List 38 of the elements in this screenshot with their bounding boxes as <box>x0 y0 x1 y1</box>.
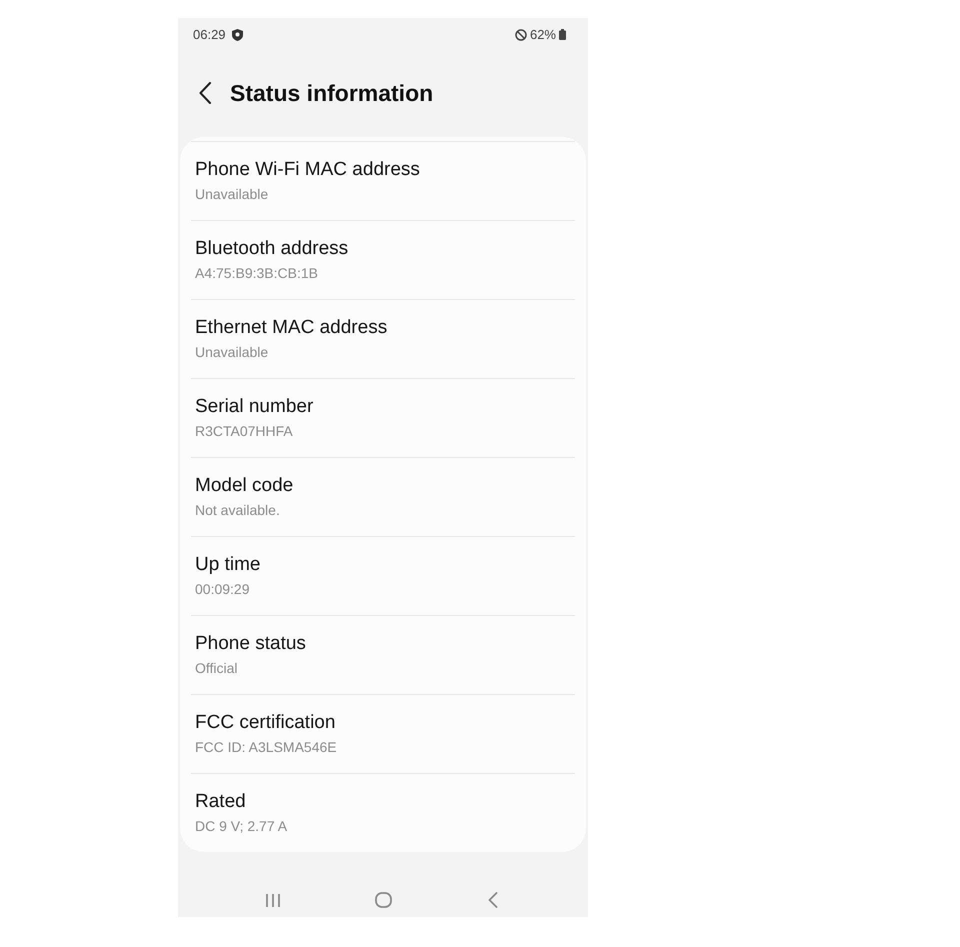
row-title: FCC certification <box>195 712 336 734</box>
row-value: 00:09:29 <box>195 580 250 598</box>
info-row[interactable]: Phone Wi-Fi MAC address Unavailable <box>191 142 575 221</box>
back-button[interactable] <box>197 80 213 104</box>
row-value: A4:75:B9:3B:CB:1B <box>195 264 318 282</box>
row-value: FCC ID: A3LSMA546E <box>195 738 337 756</box>
info-row[interactable]: Bluetooth address A4:75:B9:3B:CB:1B <box>191 221 575 300</box>
row-title: Phone Wi-Fi MAC address <box>195 159 420 181</box>
row-title: Rated <box>195 791 246 813</box>
info-row[interactable]: Ethernet MAC address Unavailable <box>191 300 575 379</box>
row-title: Phone status <box>195 633 306 655</box>
page-title: Status information <box>230 78 434 106</box>
status-time: 06:29 <box>193 26 226 44</box>
shield-icon <box>232 28 243 40</box>
back-icon <box>488 892 498 908</box>
recent-apps-icon <box>265 892 281 908</box>
row-value: Unavailable <box>195 343 268 361</box>
back-icon <box>199 82 211 104</box>
row-title: Bluetooth address <box>195 238 348 260</box>
row-title: Up time <box>195 554 260 576</box>
info-row[interactable]: Serial number R3CTA07HHFA <box>191 379 575 458</box>
battery-percentage: 62% <box>530 26 556 44</box>
home-icon <box>374 892 392 908</box>
row-value: R3CTA07HHFA <box>195 422 293 440</box>
row-title: Ethernet MAC address <box>195 317 388 339</box>
battery-icon <box>559 29 566 40</box>
info-row[interactable]: Phone status Official <box>191 616 575 695</box>
do-not-disturb-icon <box>514 28 527 40</box>
info-row[interactable]: Rated DC 9 V; 2.77 A <box>191 774 575 853</box>
info-row[interactable]: Model code Not available. <box>191 458 575 537</box>
row-value: DC 9 V; 2.77 A <box>195 817 288 835</box>
info-row[interactable]: Up time 00:09:29 <box>191 537 575 616</box>
row-value: Unavailable <box>195 185 268 203</box>
row-title: Serial number <box>195 396 314 418</box>
row-value: Not available. <box>195 501 280 519</box>
info-row[interactable]: FCC certification FCC ID: A3LSMA546E <box>191 695 575 774</box>
row-title: Model code <box>195 475 294 497</box>
row-value: Official <box>195 659 238 677</box>
